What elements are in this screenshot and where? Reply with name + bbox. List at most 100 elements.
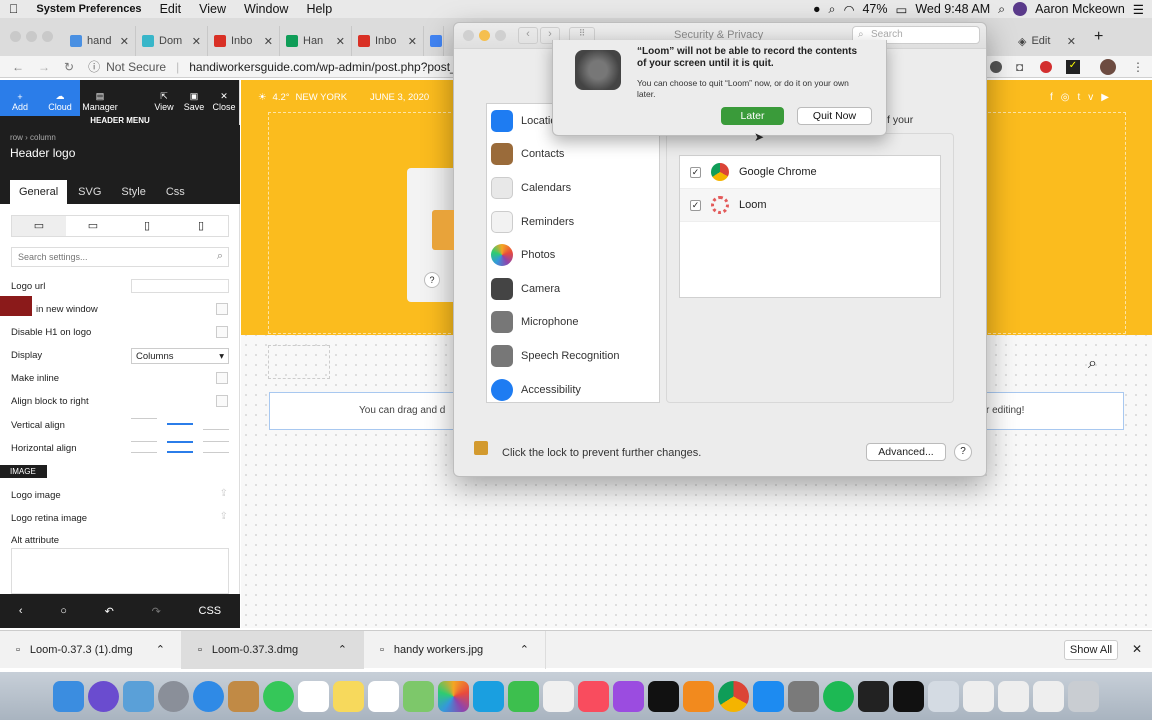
skype-icon[interactable] xyxy=(473,680,504,712)
browser-tab[interactable]: Han ✕ xyxy=(280,26,352,56)
siri-icon[interactable] xyxy=(88,680,119,712)
app-store-icon[interactable] xyxy=(753,680,784,712)
tab-svg[interactable]: SVG xyxy=(69,180,110,204)
logo-placeholder[interactable] xyxy=(268,345,330,379)
security-label[interactable]: Not Secure xyxy=(106,60,166,74)
redo-icon[interactable]: ↷ xyxy=(152,605,161,618)
forward-icon[interactable]: → xyxy=(38,60,50,74)
document-stack-icon[interactable] xyxy=(998,680,1029,712)
browser-tab[interactable]: Inbo ✕ xyxy=(352,26,424,56)
upload-icon[interactable]: ⇪ xyxy=(220,511,228,522)
download-item[interactable]: ▫ Loom-0.37.3.dmg ⌃ xyxy=(182,630,364,669)
browser-tab[interactable]: hand ✕ xyxy=(64,26,136,56)
css-button[interactable]: CSS xyxy=(199,605,222,617)
window-zoom-icon[interactable] xyxy=(495,30,506,41)
browser-tab[interactable]: Inbo ✕ xyxy=(208,26,280,56)
tablet-portrait-icon[interactable]: ▯ xyxy=(120,216,174,236)
align-left-icon[interactable] xyxy=(131,441,157,453)
list-item-calendars[interactable]: Calendars xyxy=(487,171,659,205)
browser-tab[interactable] xyxy=(424,26,444,56)
add-button[interactable]: + Add xyxy=(0,80,40,116)
podcasts-icon[interactable] xyxy=(613,680,644,712)
record-icon[interactable]: ● xyxy=(813,2,821,16)
align-right-checkbox[interactable] xyxy=(216,395,228,407)
close-icon[interactable]: ✕ xyxy=(192,35,201,48)
tab-css[interactable]: Css xyxy=(157,180,194,204)
spotlight-icon[interactable]: ⌕ xyxy=(829,2,836,17)
spotify-icon[interactable] xyxy=(823,680,854,712)
twitter-icon[interactable]: t xyxy=(1078,92,1081,103)
advanced-button[interactable]: Advanced... xyxy=(866,443,946,461)
notes-icon[interactable] xyxy=(333,680,364,712)
list-item-photos[interactable]: Photos xyxy=(487,238,659,272)
tablet-landscape-icon[interactable]: ▭ xyxy=(66,216,120,236)
quit-now-button[interactable]: Quit Now xyxy=(797,107,872,125)
battery-label[interactable]: 47% xyxy=(862,2,887,16)
loom-checkbox[interactable]: ✓ xyxy=(690,199,701,211)
list-item-contacts[interactable]: Contacts xyxy=(487,138,659,172)
cloud-button[interactable]: ☁ Cloud xyxy=(40,80,80,116)
reload-icon[interactable]: ↻ xyxy=(64,60,74,74)
close-icon[interactable]: ✕ xyxy=(264,35,273,48)
make-inline-checkbox[interactable] xyxy=(216,372,228,384)
list-item-camera[interactable]: Camera xyxy=(487,272,659,306)
close-icon[interactable]: ✕ xyxy=(336,35,345,48)
appletv-icon[interactable] xyxy=(648,680,679,712)
window-zoom-icon[interactable] xyxy=(42,31,53,42)
menu-window[interactable]: Window xyxy=(235,2,297,16)
help-button[interactable]: ? xyxy=(424,272,440,288)
app-row-loom[interactable]: ✓ Loom xyxy=(680,189,940,222)
document-stack-icon[interactable] xyxy=(963,680,994,712)
tab-general[interactable]: General xyxy=(10,180,68,204)
menu-help[interactable]: Help xyxy=(297,2,341,16)
window-close-icon[interactable] xyxy=(10,31,21,42)
safari-icon[interactable] xyxy=(193,680,224,712)
url-field[interactable]: handiworkersguide.com/wp-admin/post.php?… xyxy=(189,60,457,74)
trash-icon[interactable] xyxy=(1068,680,1099,712)
loom-camera-bubble[interactable] xyxy=(0,296,32,316)
browser-tab-edit[interactable]: ◈ Edit ✕ xyxy=(1012,26,1082,56)
facebook-icon[interactable]: f xyxy=(1050,92,1053,103)
new-window-checkbox[interactable] xyxy=(216,303,228,315)
lastpass-extension-icon[interactable] xyxy=(1040,60,1052,73)
list-item-microphone[interactable]: Microphone xyxy=(487,306,659,340)
news-icon[interactable] xyxy=(543,680,574,712)
chevron-up-icon[interactable]: ⌃ xyxy=(338,643,347,656)
list-item-reminders[interactable]: Reminders xyxy=(487,205,659,239)
tab-style[interactable]: Style xyxy=(112,180,154,204)
launchpad-icon[interactable] xyxy=(158,680,189,712)
calendar-icon[interactable] xyxy=(298,680,329,712)
chrome-menu-icon[interactable]: ⋮ xyxy=(1132,60,1144,74)
align-middle-icon[interactable] xyxy=(167,423,193,430)
check-extension-icon[interactable]: ✓ xyxy=(1066,59,1080,74)
back-icon[interactable]: ← xyxy=(12,60,24,74)
close-icon[interactable]: ✕ xyxy=(408,35,417,48)
back-icon[interactable]: ‹ xyxy=(518,27,538,44)
user-avatar[interactable] xyxy=(1013,2,1028,16)
books-icon[interactable] xyxy=(683,680,714,712)
disable-h1-checkbox[interactable] xyxy=(216,326,228,338)
home-icon[interactable]: ○ xyxy=(60,605,67,617)
settings-search-input[interactable] xyxy=(12,248,202,266)
new-tab-icon[interactable]: + xyxy=(1094,28,1103,46)
manager-button[interactable]: ▤ Manager xyxy=(80,80,120,116)
later-button[interactable]: Later xyxy=(721,107,784,125)
list-item-accessibility[interactable]: Accessibility xyxy=(487,373,659,407)
close-icon[interactable]: ✕ xyxy=(1067,35,1076,48)
breadcrumb[interactable]: row › column xyxy=(10,133,230,142)
camera-extension-icon[interactable]: ◘ xyxy=(1016,60,1023,74)
photos-icon[interactable] xyxy=(438,680,469,712)
window-close-icon[interactable] xyxy=(463,30,474,41)
collapse-icon[interactable]: ‹ xyxy=(19,605,23,617)
system-preferences-icon[interactable] xyxy=(788,680,819,712)
save-button[interactable]: ▣ Save xyxy=(179,80,209,116)
lock-icon[interactable] xyxy=(474,441,488,455)
vimeo-icon[interactable]: v xyxy=(1088,92,1093,103)
search-icon[interactable]: ⌕ xyxy=(998,2,1005,17)
window-minimize-icon[interactable] xyxy=(479,30,490,41)
download-item[interactable]: ▫ Loom-0.37.3 (1).dmg ⌃ xyxy=(0,630,182,669)
close-button[interactable]: ✕ Close xyxy=(209,80,239,116)
align-right-icon[interactable] xyxy=(203,441,229,453)
notes-folder-icon[interactable] xyxy=(228,680,259,712)
downloads-folder-icon[interactable] xyxy=(928,680,959,712)
